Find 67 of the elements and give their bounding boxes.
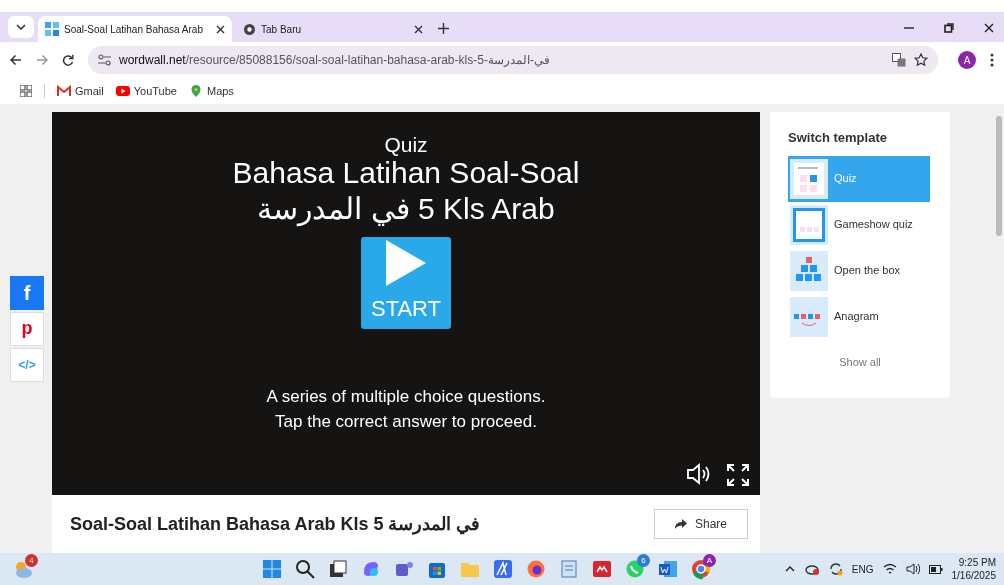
share-arrow-icon — [674, 519, 687, 529]
show-all-link[interactable]: Show all — [788, 353, 932, 370]
share-button[interactable]: f — [10, 275, 44, 310]
notification-badge: 4 — [25, 554, 38, 567]
clock[interactable]: 9:25 PM 1/16/2025 — [951, 556, 996, 582]
globe-icon — [243, 22, 256, 36]
app-icon — [590, 558, 613, 580]
share-button[interactable]: p — [10, 311, 44, 346]
star-icon[interactable] — [914, 53, 928, 67]
volume-icon[interactable] — [905, 563, 920, 575]
activity-type: Quiz — [384, 134, 428, 155]
wifi-icon[interactable] — [882, 563, 897, 575]
search-icon — [293, 558, 316, 580]
bookmark-link[interactable]: Gmail — [57, 82, 104, 100]
tab-list-button[interactable] — [8, 16, 34, 38]
envelope-icon — [57, 85, 71, 97]
more-icon[interactable] — [990, 53, 994, 67]
share-button[interactable]: Share — [653, 509, 748, 539]
play-icon — [115, 85, 130, 97]
battery-icon[interactable] — [928, 564, 943, 574]
template-option[interactable]: Open the box — [788, 247, 930, 294]
map-pin-icon — [188, 85, 203, 97]
activity-title: Bahasa Latihan Soal-Soal — [232, 156, 580, 191]
start-icon — [260, 558, 283, 580]
bookmark-link[interactable]: YouTube — [115, 82, 177, 100]
site-settings-icon — [98, 54, 111, 66]
profile-avatar[interactable]: A — [958, 51, 976, 69]
speaker-icon[interactable] — [686, 463, 712, 485]
chevron-up-icon[interactable] — [784, 566, 795, 572]
description-text: Tap the correct answer to proceed. — [274, 410, 538, 433]
forward-icon[interactable] — [36, 54, 48, 66]
chrome-icon — [689, 558, 712, 580]
weather-button[interactable]: 4 — [8, 554, 38, 584]
template-option[interactable]: Anagram — [788, 293, 930, 340]
template-option[interactable]: Gameshow quiz — [788, 201, 930, 248]
panel-heading: Switch template — [788, 129, 888, 147]
description-text: A series of multiple choice questions. — [266, 386, 546, 408]
messaging-app-button[interactable]: 6 — [619, 554, 650, 584]
restore-icon[interactable] — [944, 23, 954, 33]
cloud-icon[interactable] — [803, 562, 820, 576]
apps-grid-icon[interactable] — [20, 85, 32, 97]
drawing-app-icon — [491, 558, 514, 580]
translate-icon[interactable] — [892, 53, 906, 67]
new-tab-icon[interactable] — [438, 23, 449, 34]
language-indicator[interactable]: ENG — [851, 561, 874, 577]
close-icon[interactable] — [984, 23, 994, 33]
close-icon[interactable] — [414, 24, 423, 34]
chevron-down-icon — [16, 24, 26, 30]
thumbnail-drawing — [790, 296, 828, 337]
chrome-button[interactable]: A — [685, 554, 716, 584]
scrollbar-thumb[interactable] — [996, 116, 1002, 236]
play-icon — [386, 240, 426, 286]
site-favicon-icon — [45, 22, 59, 36]
resource-title: Soal-Soal Latihan Bahasa Arab Kls 5 في المدرسة — [70, 512, 481, 537]
document-app-icon — [656, 558, 679, 580]
close-icon[interactable] — [216, 24, 225, 34]
sync-icon[interactable] — [828, 562, 843, 576]
thumbnail-drawing — [790, 250, 828, 291]
thumbnail-drawing — [790, 158, 828, 199]
browser-tab[interactable]: Soal-Soal Latihan Bahasa Arab — [38, 16, 232, 42]
thumbnail-drawing — [790, 204, 828, 245]
notification-badge: 6 — [636, 554, 650, 567]
bookmark-link[interactable]: Maps — [188, 82, 234, 100]
reload-icon[interactable] — [62, 54, 74, 66]
back-icon[interactable] — [10, 54, 22, 66]
browser-tab[interactable]: Tab Baru — [236, 16, 430, 42]
fullscreen-icon[interactable] — [726, 463, 750, 487]
